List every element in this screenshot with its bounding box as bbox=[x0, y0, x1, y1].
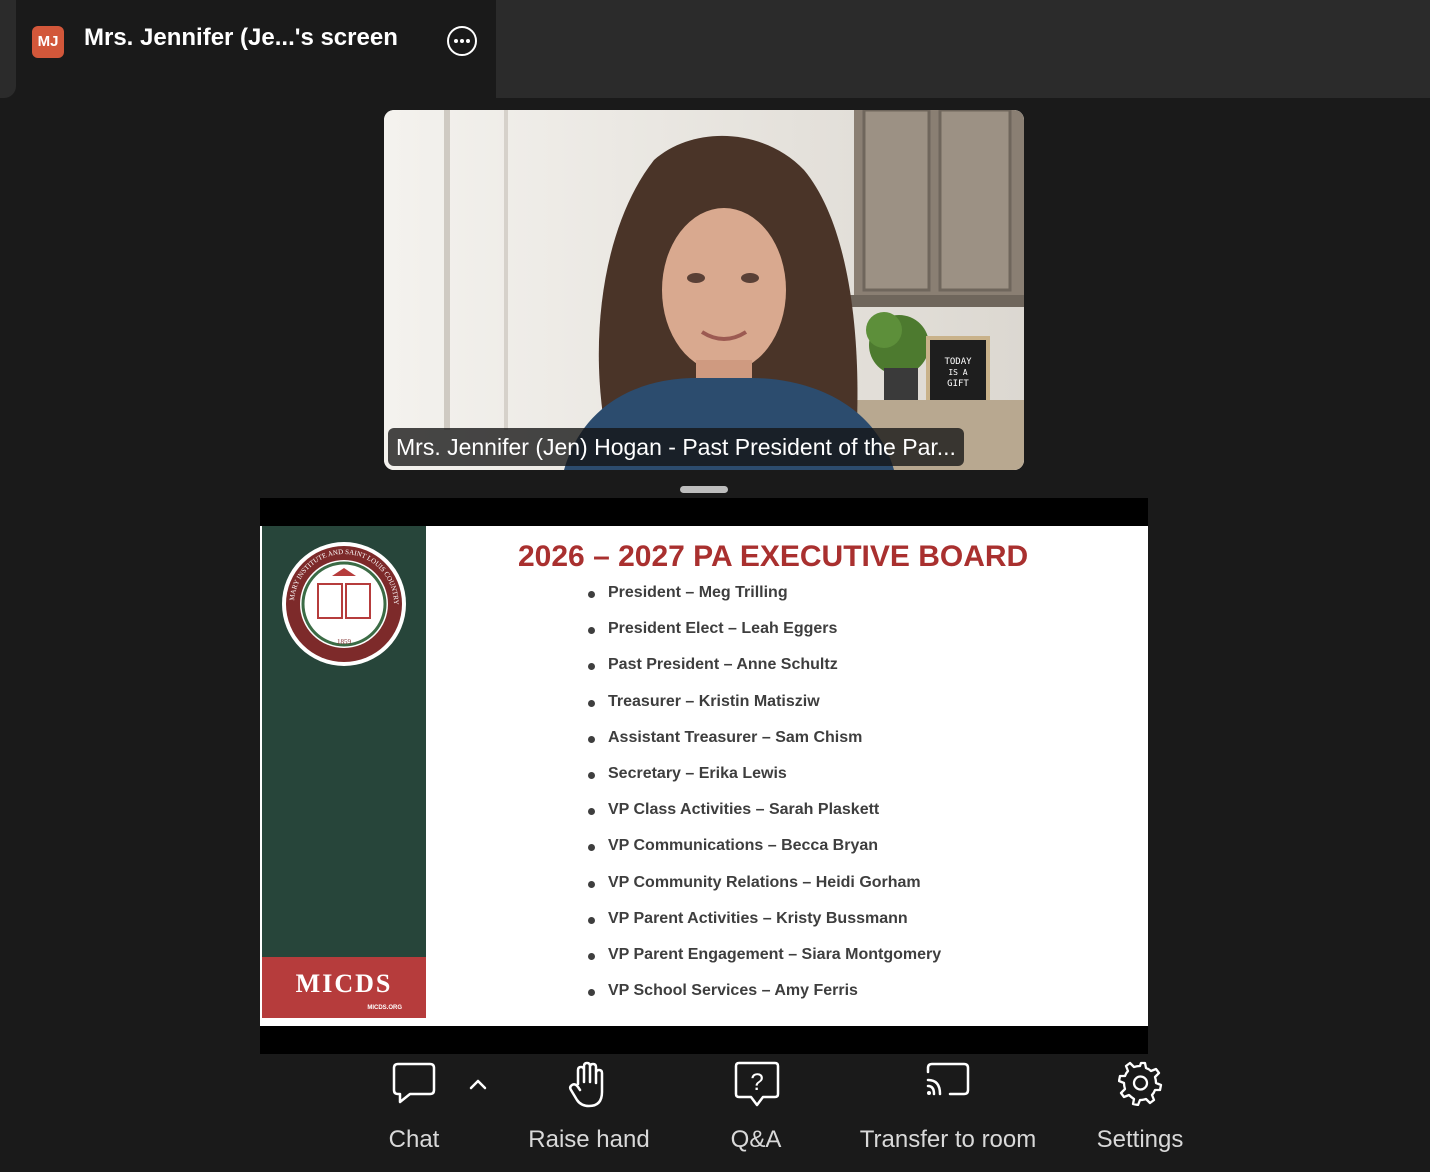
gear-icon bbox=[1118, 1061, 1163, 1106]
participant-name-label: Mrs. Jennifer (Jen) Hogan - Past Preside… bbox=[388, 428, 964, 466]
list-item: Secretary – Erika Lewis bbox=[588, 765, 941, 801]
board-member-list: President – Meg Trilling President Elect… bbox=[588, 584, 941, 1018]
qa-button[interactable]: ? Q&A bbox=[712, 1060, 800, 1160]
school-url: MICDS.ORG bbox=[367, 1005, 402, 1011]
more-options-icon[interactable] bbox=[447, 26, 477, 56]
top-bar-edge bbox=[0, 0, 16, 98]
top-bar: MJ Mrs. Jennifer (Je...'s screen bbox=[0, 0, 1430, 98]
list-item: President Elect – Leah Eggers bbox=[588, 620, 941, 656]
raise-hand-label: Raise hand bbox=[528, 1126, 650, 1153]
chat-label: Chat bbox=[388, 1126, 440, 1153]
svg-text:?: ? bbox=[750, 1069, 763, 1096]
list-item: Assistant Treasurer – Sam Chism bbox=[588, 729, 941, 765]
list-item: VP Parent Engagement – Siara Montgomery bbox=[588, 946, 941, 982]
settings-label: Settings bbox=[1096, 1126, 1184, 1153]
svg-text:IS A: IS A bbox=[948, 368, 967, 377]
svg-text:GIFT: GIFT bbox=[947, 379, 969, 389]
list-item: VP Community Relations – Heidi Gorham bbox=[588, 874, 941, 910]
svg-text:TODAY: TODAY bbox=[944, 357, 972, 367]
qa-icon: ? bbox=[734, 1061, 780, 1107]
avatar: MJ bbox=[32, 26, 64, 58]
hand-icon bbox=[568, 1061, 604, 1108]
school-logo-text: MICDS bbox=[295, 969, 393, 998]
list-item: Treasurer – Kristin Matisziw bbox=[588, 693, 941, 729]
cast-icon bbox=[926, 1062, 970, 1096]
list-item: President – Meg Trilling bbox=[588, 584, 941, 620]
list-item: VP Communications – Becca Bryan bbox=[588, 837, 941, 873]
chat-icon bbox=[392, 1062, 436, 1104]
list-item: VP School Services – Amy Ferris bbox=[588, 982, 941, 1018]
list-item: Past President – Anne Schultz bbox=[588, 656, 941, 692]
seal-year: 1859 bbox=[337, 638, 352, 646]
school-seal-icon: 1859 MARY INSTITUTE AND SAINT LOUIS COUN… bbox=[280, 540, 406, 666]
top-bar-background bbox=[496, 0, 1430, 98]
slide-sidebar: 1859 MARY INSTITUTE AND SAINT LOUIS COUN… bbox=[262, 526, 426, 957]
transfer-to-room-button[interactable]: Transfer to room bbox=[850, 1060, 1046, 1160]
screen-share-title: Mrs. Jennifer (Je...'s screen bbox=[84, 24, 398, 51]
list-item: VP Class Activities – Sarah Plaskett bbox=[588, 801, 941, 837]
chevron-up-icon[interactable] bbox=[466, 1074, 490, 1094]
slide-logo-banner: MICDS MICDS.ORG bbox=[262, 957, 426, 1018]
list-item: VP Parent Activities – Kristy Bussmann bbox=[588, 910, 941, 946]
qa-label: Q&A bbox=[730, 1126, 782, 1153]
video-frame-image: TODAY IS A GIFT bbox=[384, 110, 1024, 470]
chat-button[interactable]: Chat bbox=[364, 1060, 464, 1160]
participant-video[interactable]: TODAY IS A GIFT Mrs. Jennifer (Jen) Hoga… bbox=[384, 110, 1024, 470]
raise-hand-button[interactable]: Raise hand bbox=[518, 1060, 660, 1160]
slide-title: 2026 – 2027 PA EXECUTIVE BOARD bbox=[518, 540, 1029, 573]
resize-handle[interactable] bbox=[680, 486, 728, 493]
shared-slide: 1859 MARY INSTITUTE AND SAINT LOUIS COUN… bbox=[260, 526, 1148, 1026]
settings-button[interactable]: Settings bbox=[1088, 1060, 1192, 1160]
transfer-to-room-label: Transfer to room bbox=[859, 1126, 1037, 1153]
